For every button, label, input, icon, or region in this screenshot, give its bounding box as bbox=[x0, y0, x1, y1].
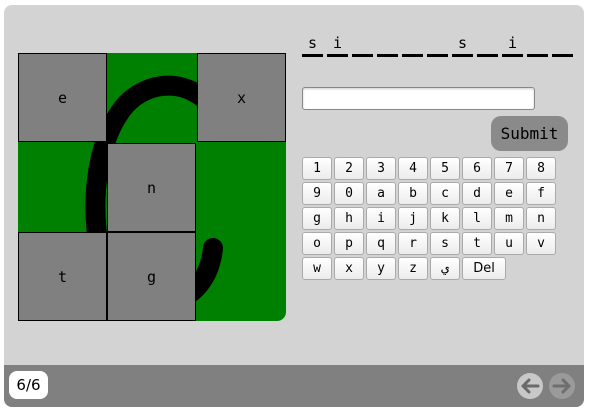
key-arabic-ya[interactable]: ي bbox=[430, 257, 460, 280]
key-d[interactable]: d bbox=[462, 182, 492, 205]
letter-slot bbox=[352, 33, 373, 57]
letter-slot: i bbox=[327, 33, 348, 57]
key-p[interactable]: p bbox=[334, 232, 364, 255]
key-t[interactable]: t bbox=[462, 232, 492, 255]
key-f[interactable]: f bbox=[526, 182, 556, 205]
letter-slot bbox=[527, 33, 548, 57]
key-g[interactable]: g bbox=[302, 207, 332, 230]
key-n[interactable]: n bbox=[526, 207, 556, 230]
key-y[interactable]: y bbox=[366, 257, 396, 280]
key-3[interactable]: 3 bbox=[366, 157, 396, 180]
word-slots: s i s i bbox=[302, 33, 573, 59]
keyboard-row: g h i j k l m n bbox=[302, 207, 560, 230]
key-7[interactable]: 7 bbox=[494, 157, 524, 180]
key-r[interactable]: r bbox=[398, 232, 428, 255]
key-c[interactable]: c bbox=[430, 182, 460, 205]
key-u[interactable]: u bbox=[494, 232, 524, 255]
key-s[interactable]: s bbox=[430, 232, 460, 255]
key-0[interactable]: 0 bbox=[334, 182, 364, 205]
keyboard-row: o p q r s t u v bbox=[302, 232, 560, 255]
key-a[interactable]: a bbox=[366, 182, 396, 205]
key-z[interactable]: z bbox=[398, 257, 428, 280]
game-frame: e x n t g s i s i Submit 1 2 3 4 5 6 7 8 bbox=[4, 5, 584, 407]
key-l[interactable]: l bbox=[462, 207, 492, 230]
key-e[interactable]: e bbox=[494, 182, 524, 205]
key-4[interactable]: 4 bbox=[398, 157, 428, 180]
letter-slot: s bbox=[452, 33, 473, 57]
puzzle-counter: 6/6 bbox=[9, 371, 48, 399]
keyboard-row: 9 0 a b c d e f bbox=[302, 182, 560, 205]
key-q[interactable]: q bbox=[366, 232, 396, 255]
footer-bar: 6/6 bbox=[4, 365, 584, 407]
key-h[interactable]: h bbox=[334, 207, 364, 230]
key-1[interactable]: 1 bbox=[302, 157, 332, 180]
submit-button[interactable]: Submit bbox=[491, 116, 568, 151]
key-v[interactable]: v bbox=[526, 232, 556, 255]
key-5[interactable]: 5 bbox=[430, 157, 460, 180]
key-m[interactable]: m bbox=[494, 207, 524, 230]
keyboard-row: w x y z ي Del bbox=[302, 257, 560, 280]
letter-slot bbox=[402, 33, 423, 57]
letter-slot bbox=[377, 33, 398, 57]
letter-slot bbox=[477, 33, 498, 57]
key-i[interactable]: i bbox=[366, 207, 396, 230]
key-b[interactable]: b bbox=[398, 182, 428, 205]
puzzle-tile[interactable]: n bbox=[107, 143, 196, 232]
key-k[interactable]: k bbox=[430, 207, 460, 230]
letter-slot: s bbox=[302, 33, 323, 57]
puzzle-board: e x n t g bbox=[18, 53, 286, 321]
arrow-left-icon[interactable] bbox=[517, 373, 543, 399]
answer-input[interactable] bbox=[302, 87, 535, 110]
letter-slot: i bbox=[502, 33, 523, 57]
on-screen-keyboard: 1 2 3 4 5 6 7 8 9 0 a b c d e f g h i j … bbox=[302, 157, 560, 282]
puzzle-tile[interactable]: t bbox=[18, 232, 107, 321]
letter-slot bbox=[552, 33, 573, 57]
key-x[interactable]: x bbox=[334, 257, 364, 280]
arrow-right-icon bbox=[549, 373, 575, 399]
letter-slot bbox=[427, 33, 448, 57]
delete-key[interactable]: Del bbox=[462, 257, 506, 280]
key-2[interactable]: 2 bbox=[334, 157, 364, 180]
keyboard-row: 1 2 3 4 5 6 7 8 bbox=[302, 157, 560, 180]
puzzle-tile[interactable]: g bbox=[107, 232, 196, 321]
key-9[interactable]: 9 bbox=[302, 182, 332, 205]
key-o[interactable]: o bbox=[302, 232, 332, 255]
puzzle-tile[interactable]: e bbox=[18, 53, 107, 142]
puzzle-tile[interactable]: x bbox=[197, 53, 286, 142]
key-j[interactable]: j bbox=[398, 207, 428, 230]
key-6[interactable]: 6 bbox=[462, 157, 492, 180]
key-8[interactable]: 8 bbox=[526, 157, 556, 180]
key-w[interactable]: w bbox=[302, 257, 332, 280]
